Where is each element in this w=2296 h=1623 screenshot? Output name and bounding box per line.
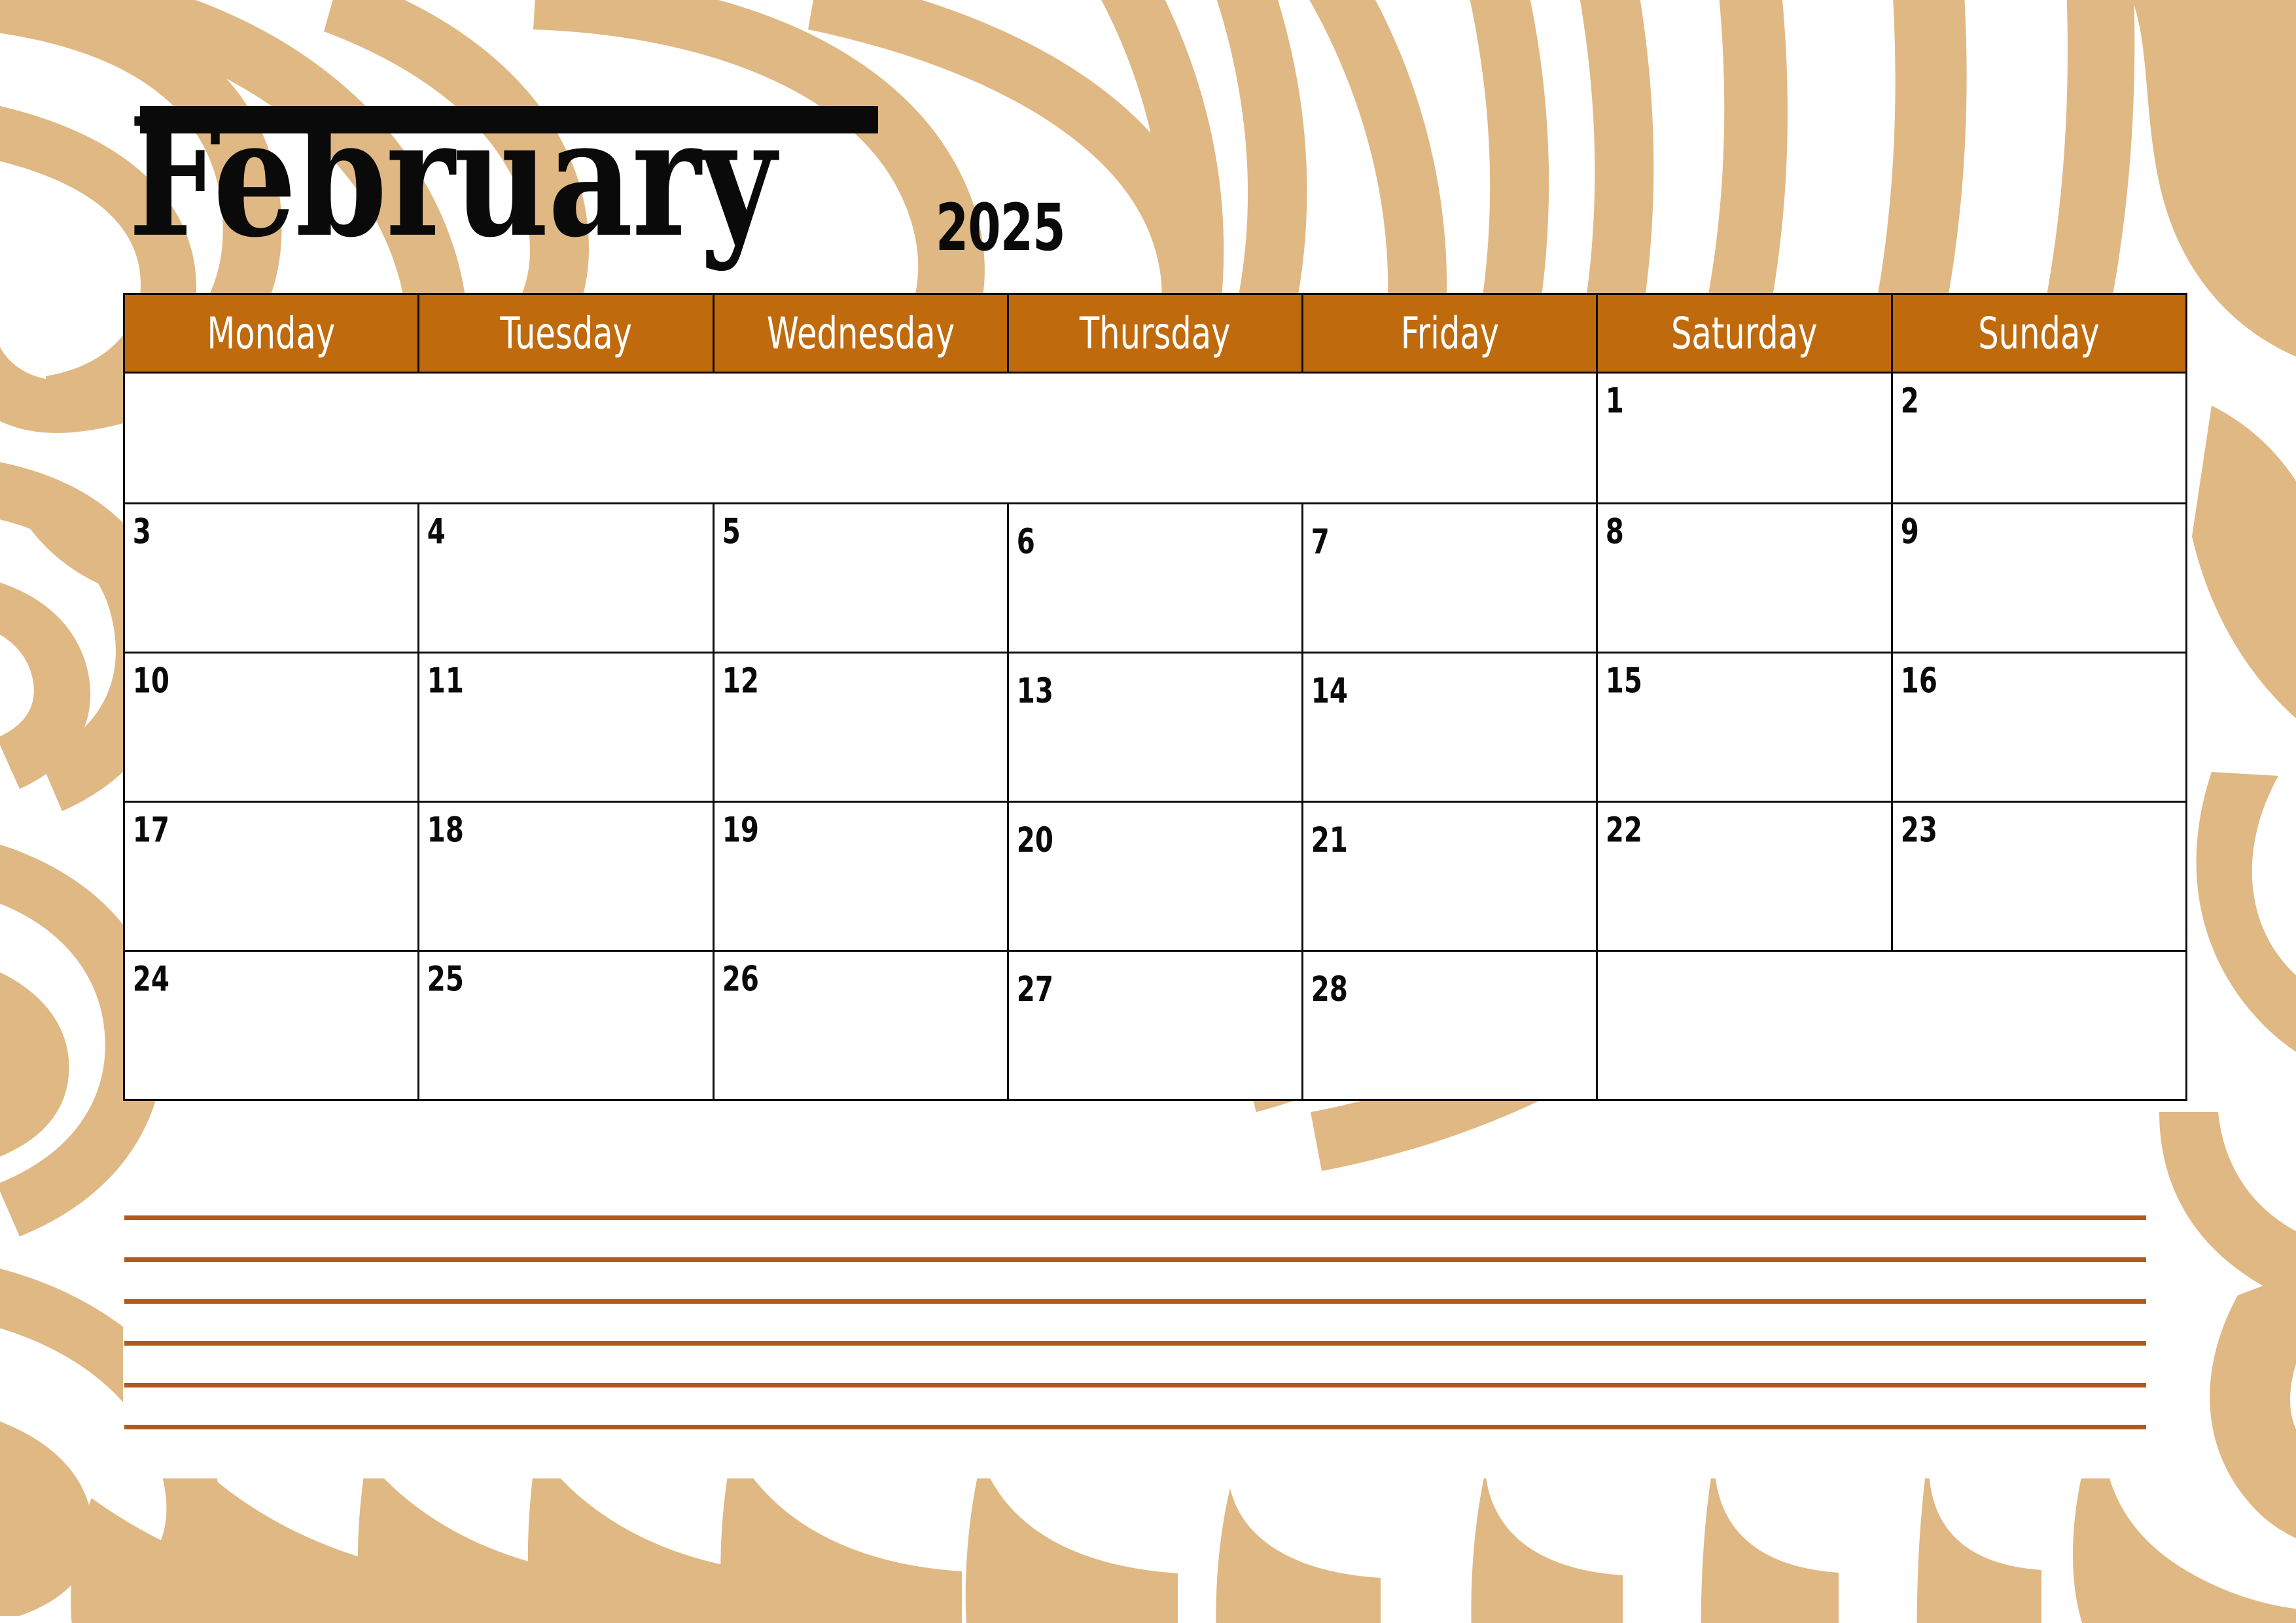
calendar-page: February 2025 Monday Tuesday Wednesday T… xyxy=(0,0,2296,1623)
calendar-cell-day[interactable]: 12 xyxy=(712,652,1009,803)
day-number: 22 xyxy=(1606,810,1643,850)
day-number: 16 xyxy=(1900,661,1937,701)
day-number: 13 xyxy=(1016,671,1053,711)
calendar-cell-day[interactable]: 18 xyxy=(417,801,715,952)
calendar-week-row: 12 xyxy=(122,372,2188,504)
calendar-cell-day[interactable]: 20 xyxy=(1006,801,1304,952)
page-title: February xyxy=(128,97,878,260)
calendar-cell-day[interactable]: 22 xyxy=(1596,801,1893,952)
calendar-cell-day[interactable]: 16 xyxy=(1890,652,2188,803)
day-header-label: Tuesday xyxy=(500,307,632,359)
calendar-cell-day[interactable]: 1 xyxy=(1596,372,1893,504)
day-number: 11 xyxy=(427,661,465,701)
day-header-label: Friday xyxy=(1400,307,1499,359)
day-number: 17 xyxy=(132,810,169,850)
day-number: 12 xyxy=(722,661,759,701)
calendar-cell-day[interactable]: 19 xyxy=(712,801,1009,952)
day-number: 26 xyxy=(722,959,759,1000)
day-number: 14 xyxy=(1311,671,1348,711)
year-label: 2025 xyxy=(936,189,1065,266)
day-number: 5 xyxy=(722,512,741,552)
day-number: 6 xyxy=(1016,521,1035,562)
day-number: 9 xyxy=(1900,512,1919,552)
calendar-cell-day[interactable]: 4 xyxy=(417,502,715,654)
day-number: 1 xyxy=(1606,381,1625,421)
day-header-monday: Monday xyxy=(122,293,420,374)
day-number: 21 xyxy=(1311,820,1348,860)
day-header-friday: Friday xyxy=(1301,293,1598,374)
calendar-cell-day[interactable]: 25 xyxy=(417,950,715,1101)
day-number: 27 xyxy=(1016,969,1053,1009)
day-number: 18 xyxy=(427,810,465,850)
day-header-label: Wednesday xyxy=(766,307,955,359)
calendar-cell-day[interactable]: 28 xyxy=(1301,950,1598,1101)
day-header-sunday: Sunday xyxy=(1890,293,2188,374)
calendar-cell-day[interactable]: 13 xyxy=(1006,652,1304,803)
note-line[interactable] xyxy=(124,1257,2146,1262)
day-number: 19 xyxy=(722,810,759,850)
calendar-cell-day[interactable]: 10 xyxy=(122,652,420,803)
calendar-cell-day[interactable]: 5 xyxy=(712,502,1009,654)
day-header-saturday: Saturday xyxy=(1596,293,1893,374)
note-line[interactable] xyxy=(124,1425,2146,1429)
day-number: 2 xyxy=(1900,381,1919,421)
day-number: 24 xyxy=(132,959,169,1000)
day-header-wednesday: Wednesday xyxy=(712,293,1009,374)
day-header-label: Monday xyxy=(207,307,336,359)
month-label: February xyxy=(128,82,776,274)
calendar-cell-day[interactable]: 11 xyxy=(417,652,715,803)
calendar-cell-day[interactable]: 26 xyxy=(712,950,1009,1101)
day-number: 8 xyxy=(1606,512,1625,552)
calendar-cell-day[interactable]: 6 xyxy=(1006,502,1304,654)
calendar-grid: Monday Tuesday Wednesday Thursday Friday… xyxy=(122,293,2188,1101)
day-header-tuesday: Tuesday xyxy=(417,293,715,374)
day-number: 4 xyxy=(427,512,446,552)
day-number: 20 xyxy=(1016,820,1053,860)
day-header-label: Saturday xyxy=(1671,307,1818,359)
calendar-week-row: 10 11 12 13 14 15 16 xyxy=(122,652,2188,803)
day-header-thursday: Thursday xyxy=(1006,293,1304,374)
calendar-cell-day[interactable]: 23 xyxy=(1890,801,2188,952)
day-number: 23 xyxy=(1900,810,1937,850)
day-number: 10 xyxy=(132,661,169,701)
calendar-cell-day[interactable]: 9 xyxy=(1890,502,2188,654)
day-header-row: Monday Tuesday Wednesday Thursday Friday… xyxy=(122,293,2188,374)
notes-section xyxy=(124,1197,2146,1472)
calendar-cell-day[interactable]: 27 xyxy=(1006,950,1304,1101)
day-header-label: Sunday xyxy=(1978,307,2100,359)
note-line[interactable] xyxy=(124,1299,2146,1304)
calendar-cell-day[interactable]: 3 xyxy=(122,502,420,654)
day-number: 28 xyxy=(1311,969,1348,1009)
day-number: 15 xyxy=(1606,661,1643,701)
calendar-cell-day[interactable]: 2 xyxy=(1890,372,2188,504)
calendar-cell-empty[interactable] xyxy=(1596,950,2187,1101)
day-header-label: Thursday xyxy=(1080,307,1231,359)
day-number: 25 xyxy=(427,959,465,1000)
calendar-cell-day[interactable]: 14 xyxy=(1301,652,1598,803)
calendar-cell-empty[interactable] xyxy=(122,372,1598,504)
day-number: 7 xyxy=(1311,521,1330,562)
note-line[interactable] xyxy=(124,1341,2146,1346)
calendar-body: 1 2 3 4 5 6 7 8 9 10 11 12 13 14 15 16 17 18 19 20 21 22 23 24 2… xyxy=(122,372,2188,1101)
calendar-cell-day[interactable]: 21 xyxy=(1301,801,1598,952)
calendar-week-row: 17 18 19 20 21 22 23 xyxy=(122,801,2188,952)
note-line[interactable] xyxy=(124,1383,2146,1387)
calendar-cell-day[interactable]: 8 xyxy=(1596,502,1893,654)
calendar-cell-day[interactable]: 17 xyxy=(122,801,420,952)
calendar-cell-day[interactable]: 15 xyxy=(1596,652,1893,803)
calendar-week-row: 3 4 5 6 7 8 9 xyxy=(122,502,2188,654)
calendar-cell-day[interactable]: 24 xyxy=(122,950,420,1101)
day-number: 3 xyxy=(132,512,151,552)
calendar-week-row: 24 25 26 27 28 xyxy=(122,950,2187,1101)
note-line[interactable] xyxy=(124,1215,2146,1220)
calendar-cell-day[interactable]: 7 xyxy=(1301,502,1598,654)
